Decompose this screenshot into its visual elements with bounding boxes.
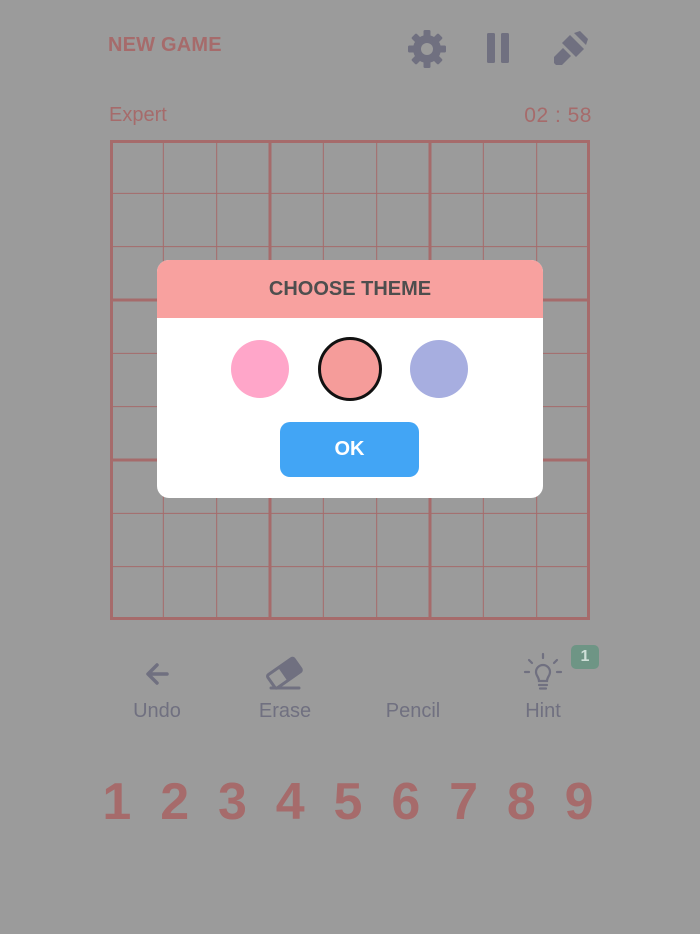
undo-arrow-icon bbox=[146, 663, 169, 685]
erase-button[interactable]: Erase bbox=[230, 650, 340, 723]
gear-icon[interactable] bbox=[405, 27, 449, 71]
number-key-8[interactable]: 8 bbox=[492, 770, 550, 834]
choose-theme-dialog: CHOOSE THEME OK bbox=[157, 260, 543, 498]
lightbulb-icon bbox=[523, 652, 563, 690]
erase-label: Erase bbox=[258, 700, 312, 722]
number-key-5[interactable]: 5 bbox=[319, 770, 377, 834]
theme-brush-icon[interactable] bbox=[548, 27, 592, 71]
number-pad: 1 2 3 4 5 6 7 8 9 bbox=[88, 770, 608, 834]
difficulty-label: Expert bbox=[109, 104, 167, 126]
number-key-6[interactable]: 6 bbox=[377, 770, 435, 834]
eraser-icon bbox=[266, 656, 303, 690]
number-key-4[interactable]: 4 bbox=[261, 770, 319, 834]
number-key-3[interactable]: 3 bbox=[204, 770, 262, 834]
hint-label: Hint bbox=[525, 700, 561, 722]
theme-swatch-pink[interactable] bbox=[231, 340, 289, 398]
pencil-button[interactable]: Pencil bbox=[358, 650, 468, 723]
dialog-title: CHOOSE THEME bbox=[157, 260, 543, 318]
new-game-button[interactable]: NEW GAME bbox=[108, 34, 222, 57]
pencil-icon bbox=[391, 650, 435, 694]
timer: 02 : 58 bbox=[524, 104, 592, 127]
number-key-7[interactable]: 7 bbox=[435, 770, 493, 834]
undo-label: Undo bbox=[133, 700, 181, 722]
theme-swatch-lavender[interactable] bbox=[410, 340, 468, 398]
hint-count-badge: 1 bbox=[571, 645, 599, 669]
ok-button[interactable]: OK bbox=[280, 422, 419, 477]
undo-button[interactable]: Undo bbox=[102, 650, 212, 723]
number-key-1[interactable]: 1 bbox=[88, 770, 146, 834]
number-key-9[interactable]: 9 bbox=[550, 770, 608, 834]
pencil-label: Pencil bbox=[385, 700, 441, 722]
number-key-2[interactable]: 2 bbox=[146, 770, 204, 834]
pause-icon[interactable] bbox=[476, 27, 520, 71]
theme-swatch-coral-selected[interactable] bbox=[318, 337, 382, 401]
